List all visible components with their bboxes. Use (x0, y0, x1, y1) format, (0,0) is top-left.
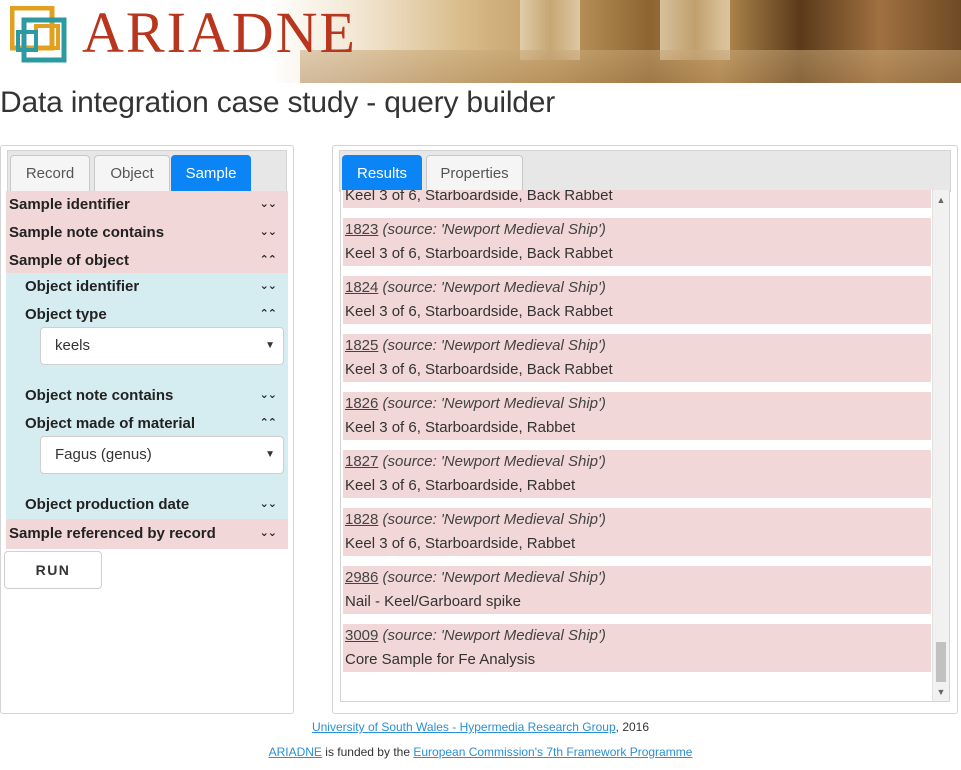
chevron-double-down-icon[interactable]: ⌄⌄ (260, 382, 277, 408)
result-item: 2986 (source: 'Newport Medieval Ship') N… (343, 566, 931, 614)
scroll-thumb[interactable] (936, 642, 946, 682)
criterion-sample-identifier[interactable]: Sample identifier ⌄⌄ (6, 191, 288, 219)
criterion-sample-referenced-by-record[interactable]: Sample referenced by record ⌄⌄ (6, 520, 288, 548)
tab-object[interactable]: Object (94, 155, 170, 192)
sample-referenced-group: Sample referenced by record ⌄⌄ (6, 519, 288, 549)
material-value: Fagus (genus) (55, 446, 152, 463)
result-description: Keel 3 of 6, Starboardside, Rabbet (345, 535, 576, 552)
criterion-label: Object production date (25, 496, 190, 513)
chevron-double-down-icon[interactable]: ⌄⌄ (260, 273, 277, 299)
result-item: Keel 3 of 6, Starboardside, Back Rabbet (343, 190, 931, 208)
criterion-label: Sample note contains (9, 224, 165, 241)
criterion-object-identifier[interactable]: Object identifier ⌄⌄ (6, 273, 288, 301)
criterion-label: Object note contains (25, 387, 174, 404)
result-id-link[interactable]: 3009 (345, 627, 378, 644)
result-id-link[interactable]: 1826 (345, 395, 378, 412)
chevron-double-down-icon[interactable]: ⌄⌄ (260, 520, 277, 546)
object-type-select[interactable]: keels ▼ (40, 327, 284, 365)
criterion-sample-of-object[interactable]: Sample of object ⌃⌃ (6, 247, 288, 275)
result-item: 1827 (source: 'Newport Medieval Ship') K… (343, 450, 931, 498)
page-title: Data integration case study - query buil… (0, 86, 556, 119)
result-description: Core Sample for Fe Analysis (345, 651, 536, 668)
criterion-sample-note-contains[interactable]: Sample note contains ⌄⌄ (6, 219, 288, 247)
scroll-down-arrow-icon[interactable]: ▼ (933, 684, 949, 700)
material-select[interactable]: Fagus (genus) ▼ (40, 436, 284, 474)
result-description: Keel 3 of 6, Starboardside, Back Rabbet (345, 361, 613, 378)
criterion-object-type[interactable]: Object type ⌃⌃ (6, 301, 288, 329)
criterion-object-production-date[interactable]: Object production date ⌄⌄ (6, 491, 288, 519)
result-item: 3009 (source: 'Newport Medieval Ship') C… (343, 624, 931, 672)
logo-text: ARIADNE (82, 0, 357, 65)
result-item: 1824 (source: 'Newport Medieval Ship') K… (343, 276, 931, 324)
tab-properties[interactable]: Properties (426, 155, 523, 192)
footer-credit: University of South Wales - Hypermedia R… (0, 720, 961, 734)
result-source: (source: 'Newport Medieval Ship') (382, 569, 606, 586)
result-source: (source: 'Newport Medieval Ship') (382, 511, 606, 528)
results-list[interactable]: Keel 3 of 6, Starboardside, Back Rabbet … (340, 190, 950, 702)
result-description: Keel 3 of 6, Starboardside, Back Rabbet (345, 190, 613, 204)
result-id-link[interactable]: 1825 (345, 337, 378, 354)
result-description: Keel 3 of 6, Starboardside, Back Rabbet (345, 303, 613, 320)
chevron-double-up-icon[interactable]: ⌃⌃ (260, 410, 277, 436)
sample-criteria-group: Sample identifier ⌄⌄ Sample note contain… (6, 191, 288, 273)
criterion-label: Sample identifier (9, 196, 130, 213)
header-banner: ARIADNE (0, 0, 961, 83)
result-source: (source: 'Newport Medieval Ship') (382, 337, 606, 354)
result-item: 1825 (source: 'Newport Medieval Ship') K… (343, 334, 931, 382)
results-scrollbar[interactable]: ▲ ▼ (932, 190, 949, 701)
footer-usw-link[interactable]: University of South Wales - Hypermedia R… (312, 720, 616, 734)
result-description: Keel 3 of 6, Starboardside, Rabbet (345, 477, 576, 494)
result-item: 1828 (source: 'Newport Medieval Ship') K… (343, 508, 931, 556)
criterion-object-note-contains[interactable]: Object note contains ⌄⌄ (6, 382, 288, 410)
result-source: (source: 'Newport Medieval Ship') (382, 279, 606, 296)
result-item: 1823 (source: 'Newport Medieval Ship') K… (343, 218, 931, 266)
result-source: (source: 'Newport Medieval Ship') (382, 627, 606, 644)
result-description: Keel 3 of 6, Starboardside, Rabbet (345, 419, 576, 436)
chevron-double-up-icon[interactable]: ⌃⌃ (260, 301, 277, 327)
banner-floor (300, 50, 961, 83)
criterion-label: Sample referenced by record (9, 525, 216, 542)
result-description: Nail - Keel/Garboard spike (345, 593, 521, 610)
result-id-link[interactable]: 1823 (345, 221, 378, 238)
query-tabbar: Record Object Sample (7, 150, 287, 192)
footer-ariadne-link[interactable]: ARIADNE (269, 745, 322, 759)
footer-funding: ARIADNE is funded by the European Commis… (0, 745, 961, 759)
footer-ec-link[interactable]: European Commission's 7th Framework Prog… (413, 745, 692, 759)
chevron-double-down-icon[interactable]: ⌄⌄ (260, 491, 277, 517)
footer-year: , 2016 (615, 720, 650, 734)
footer-funding-text: is funded by the (321, 745, 414, 759)
result-id-link[interactable]: 2986 (345, 569, 378, 586)
result-id-link[interactable]: 1828 (345, 511, 378, 528)
caret-down-icon: ▼ (265, 449, 275, 460)
result-source: (source: 'Newport Medieval Ship') (382, 453, 606, 470)
chevron-double-up-icon[interactable]: ⌃⌃ (260, 247, 277, 273)
object-subcriteria-group: Object identifier ⌄⌄ Object type ⌃⌃ Obje… (6, 273, 288, 519)
object-type-value: keels (55, 337, 91, 354)
tab-sample[interactable]: Sample (171, 155, 251, 192)
result-source: (source: 'Newport Medieval Ship') (382, 395, 606, 412)
criterion-label: Object made of material (25, 415, 196, 432)
results-tabbar: Results Properties (339, 150, 951, 192)
run-button[interactable]: RUN (4, 551, 102, 589)
result-id-link[interactable]: 1824 (345, 279, 378, 296)
caret-down-icon: ▼ (265, 340, 275, 351)
criterion-label: Object identifier (25, 278, 140, 295)
criterion-label: Object type (25, 306, 107, 323)
result-item: 1826 (source: 'Newport Medieval Ship') K… (343, 392, 931, 440)
chevron-double-down-icon[interactable]: ⌄⌄ (260, 191, 277, 217)
chevron-double-down-icon[interactable]: ⌄⌄ (260, 219, 277, 245)
result-id-link[interactable]: 1827 (345, 453, 378, 470)
criterion-label: Sample of object (9, 252, 130, 269)
result-description: Keel 3 of 6, Starboardside, Back Rabbet (345, 245, 613, 262)
criterion-object-made-of-material[interactable]: Object made of material ⌃⌃ (6, 410, 288, 438)
result-source: (source: 'Newport Medieval Ship') (382, 221, 606, 238)
tab-record[interactable]: Record (10, 155, 90, 192)
scroll-up-arrow-icon[interactable]: ▲ (933, 192, 949, 208)
tab-results[interactable]: Results (342, 155, 422, 192)
ariadne-logo-icon (10, 6, 67, 63)
